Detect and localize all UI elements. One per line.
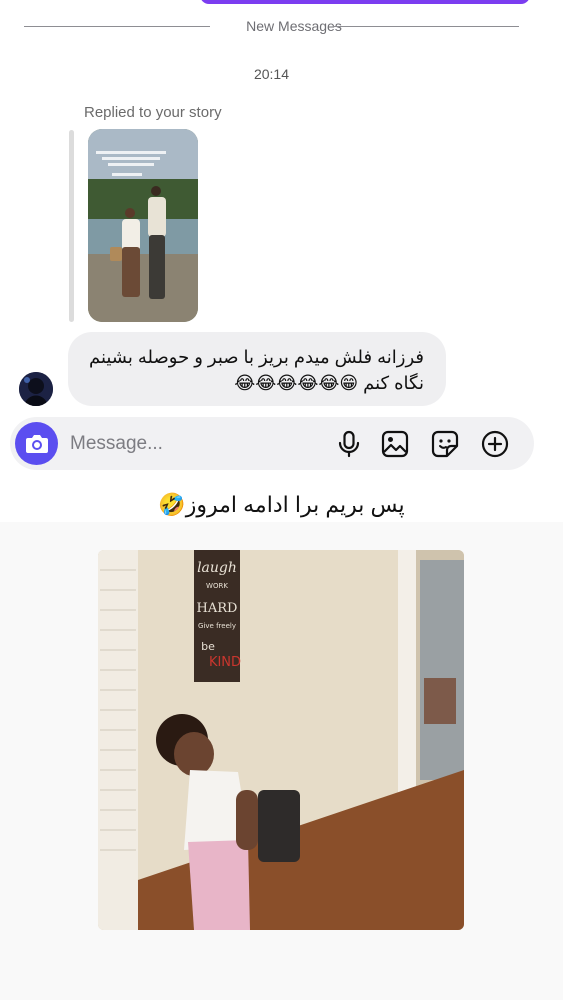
microphone-icon[interactable]: [334, 429, 364, 459]
meme-photo[interactable]: laugh WORK HARD Give freely be KIND: [98, 550, 464, 930]
story-image: [88, 129, 198, 322]
received-message-bubble[interactable]: فرزانه فلش میدم بریز با صبر و حوصله بشین…: [68, 332, 446, 406]
divider-line-right: [333, 26, 519, 27]
sign-line-2: WORK: [206, 582, 228, 590]
message-composer: [10, 417, 534, 470]
camera-icon: [25, 434, 48, 453]
gallery-icon[interactable]: [380, 429, 410, 459]
new-messages-divider: New Messages: [24, 18, 519, 36]
meme-image: laugh WORK HARD Give freely be KIND: [98, 550, 464, 930]
story-thumbnail[interactable]: [88, 129, 198, 322]
previous-message-bubble: [200, 0, 530, 4]
sign-line-5: be: [201, 640, 215, 653]
message-input[interactable]: [68, 425, 312, 463]
sticker-icon[interactable]: [430, 429, 460, 459]
message-text: فرزانه فلش میدم بریز با صبر و حوصله بشین…: [88, 347, 424, 393]
camera-button[interactable]: [15, 422, 58, 465]
sign-line-4: Give freely: [198, 622, 236, 630]
reply-quote-bar: [69, 130, 74, 322]
divider-line-left: [24, 26, 210, 27]
replied-to-story-label: Replied to your story: [84, 104, 222, 121]
message-timestamp: 20:14: [253, 66, 290, 82]
sign-line-1: laugh: [197, 560, 237, 576]
avatar-image: [19, 372, 53, 406]
sender-avatar[interactable]: [19, 372, 53, 406]
plus-icon[interactable]: [480, 429, 510, 459]
caption-text: پس بریم برا ادامه امروز🤣: [158, 492, 405, 517]
sign-line-3: HARD: [197, 601, 238, 616]
sign-line-6: KIND: [209, 655, 241, 670]
